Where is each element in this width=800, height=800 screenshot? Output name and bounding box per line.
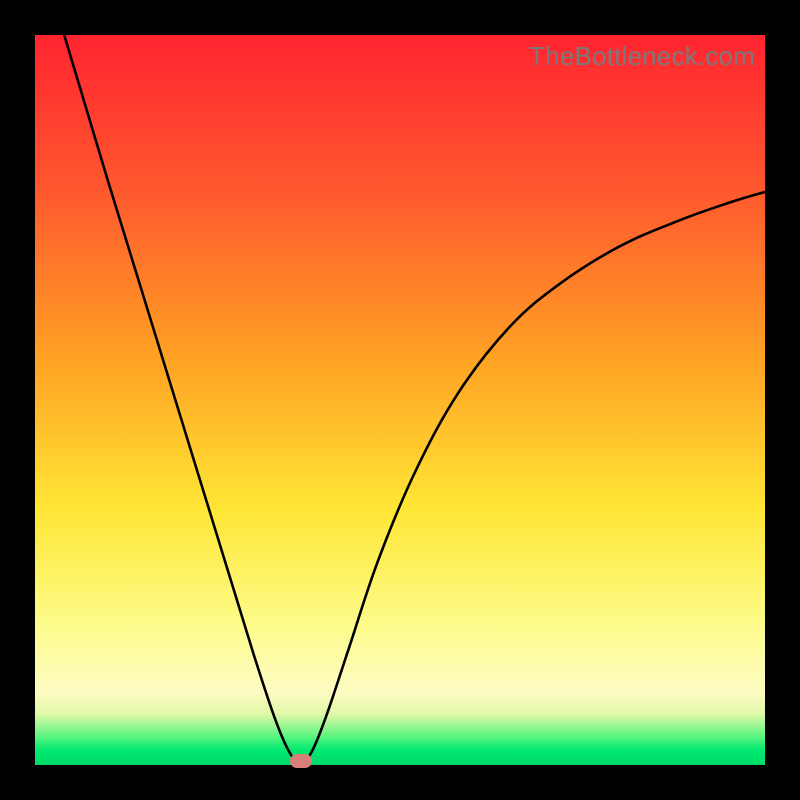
minimum-marker [290, 754, 312, 768]
bottleneck-curve [64, 35, 765, 764]
chart-container: TheBottleneck.com [0, 0, 800, 800]
plot-area: TheBottleneck.com [35, 35, 765, 765]
curve-svg [35, 35, 765, 765]
